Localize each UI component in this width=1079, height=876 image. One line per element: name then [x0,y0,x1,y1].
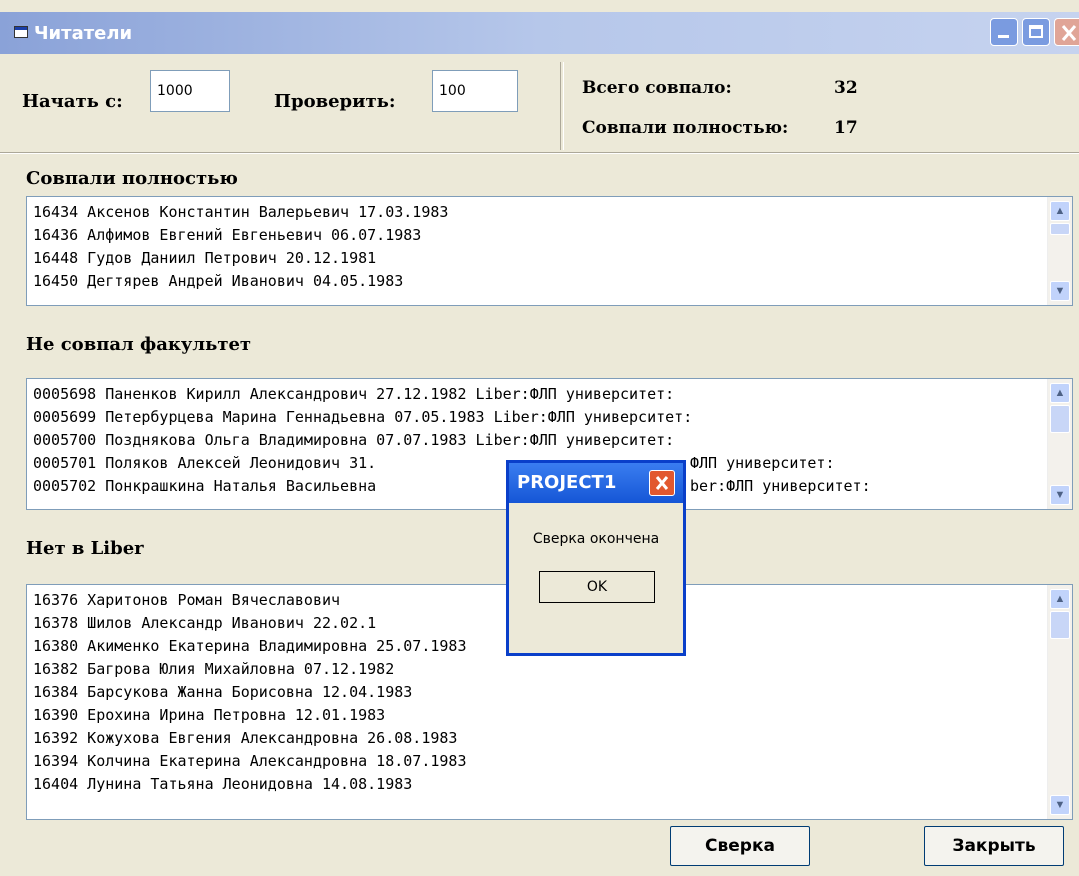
list-item[interactable]: 0005698 Паненков Кирилл Александрович 27… [33,383,1036,406]
scroll-thumb[interactable] [1050,611,1070,639]
scroll-up-icon[interactable]: ▲ [1050,383,1070,403]
not-in-liber-heading: Нет в Liber [26,538,144,559]
message-dialog: PROJECT1 Сверка окончена OK [506,460,686,656]
close-icon [655,476,669,490]
full-match-list[interactable]: 16434 Аксенов Константин Валерьевич 17.0… [26,196,1073,306]
minimize-icon [998,35,1009,38]
list-item[interactable]: 16436 Алфимов Евгений Евгеньевич 06.07.1… [33,224,1036,247]
not-in-liber-scrollbar[interactable]: ▲ ▼ [1047,585,1072,819]
full-match-label: Совпали полностью: [582,118,789,138]
list-item-tail: ber:ФЛП университет: [690,477,871,495]
scroll-down-icon[interactable]: ▼ [1050,281,1070,301]
title-bar[interactable]: Читатели [0,12,1079,54]
readers-window: Читатели Начать с: Проверить: Всего совп… [0,0,1079,876]
scroll-up-icon[interactable]: ▲ [1050,201,1070,221]
maximize-icon [1029,25,1043,38]
scroll-up-icon[interactable]: ▲ [1050,589,1070,609]
list-item[interactable]: 16450 Дегтярев Андрей Иванович 04.05.198… [33,270,1036,293]
compare-button[interactable]: Сверка [670,826,810,866]
scroll-thumb[interactable] [1050,223,1070,235]
dialog-title: PROJECT1 [517,472,617,493]
list-item[interactable]: 16448 Гудов Даниил Петрович 20.12.1981 [33,247,1036,270]
horizontal-separator [0,152,1079,154]
close-window-button[interactable] [1054,18,1079,46]
faculty-mismatch-scrollbar[interactable]: ▲ ▼ [1047,379,1072,509]
total-label: Всего совпало: [582,78,732,98]
window-icon [14,26,28,38]
dialog-close-button[interactable] [649,470,675,496]
list-item[interactable]: 0005699 Петербурцева Марина Геннадьевна … [33,406,1036,429]
dialog-message: Сверка окончена [532,531,660,547]
maximize-button[interactable] [1022,18,1050,46]
window-title: Читатели [34,23,133,44]
start-label: Начать с: [22,91,123,112]
list-item[interactable]: 16392 Кожухова Евгения Александровна 26.… [33,727,1036,750]
list-item-tail: ФЛП университет: [690,454,835,472]
list-item[interactable]: 16404 Лунина Татьяна Леонидовна 14.08.19… [33,773,1036,796]
scroll-down-icon[interactable]: ▼ [1050,795,1070,815]
dialog-ok-button[interactable]: OK [539,571,655,603]
vertical-separator [560,62,564,150]
list-item[interactable]: 16394 Колчина Екатерина Александровна 18… [33,750,1036,773]
faculty-mismatch-heading: Не совпал факультет [26,334,252,355]
scroll-down-icon[interactable]: ▼ [1050,485,1070,505]
minimize-button[interactable] [990,18,1018,46]
dialog-title-bar[interactable]: PROJECT1 [509,463,683,503]
list-item[interactable]: 0005700 Позднякова Ольга Владимировна 07… [33,429,1036,452]
list-item[interactable]: 16390 Ерохина Ирина Петровна 12.01.1983 [33,704,1036,727]
list-item[interactable]: 16434 Аксенов Константин Валерьевич 17.0… [33,201,1036,224]
scroll-thumb[interactable] [1050,405,1070,433]
full-match-heading: Совпали полностью [26,168,238,189]
start-input[interactable] [150,70,230,112]
close-icon [1061,25,1077,41]
list-item[interactable]: 16382 Багрова Юлия Михайловна 07.12.1982 [33,658,1036,681]
list-item-text: 0005701 Поляков Алексей Леонидович 31. [33,454,377,472]
close-button[interactable]: Закрыть [924,826,1064,866]
list-item-text: 0005702 Понкрашкина Наталья Васильевна [33,477,377,495]
full-match-scrollbar[interactable]: ▲ ▼ [1047,197,1072,305]
list-item[interactable]: 16384 Барсукова Жанна Борисовна 12.04.19… [33,681,1036,704]
full-match-value: 17 [834,118,858,138]
total-value: 32 [834,78,858,98]
check-label: Проверить: [274,91,396,112]
check-input[interactable] [432,70,518,112]
